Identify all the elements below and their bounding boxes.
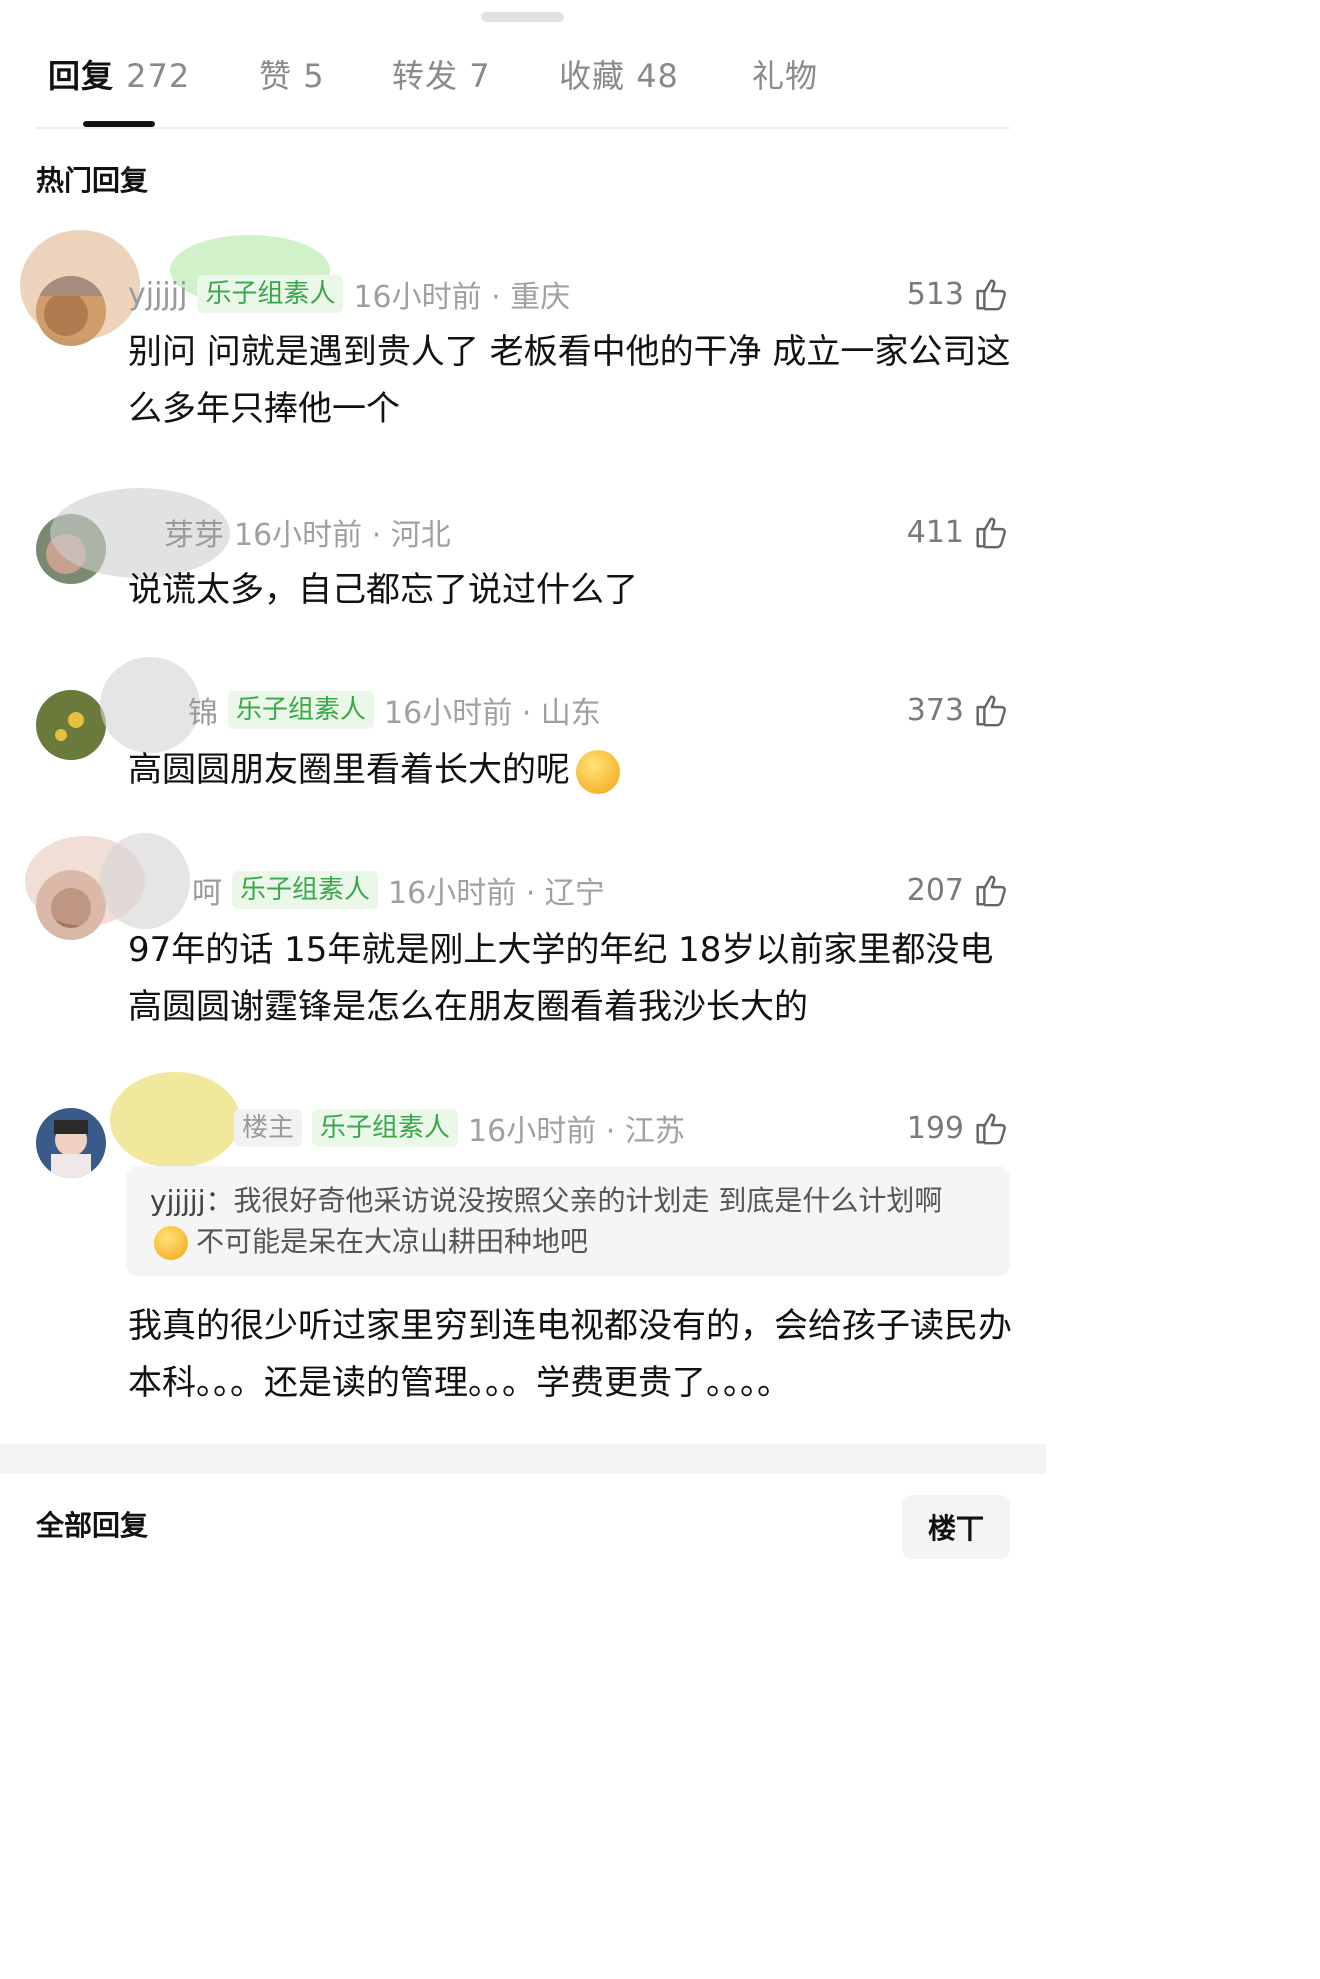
like-button[interactable]: 513 [907, 272, 1010, 316]
quoted-username: yjjjjj： [150, 1184, 234, 1217]
like-button[interactable]: 207 [907, 868, 1010, 912]
tab-reposts[interactable]: 转发 7 [392, 52, 491, 100]
avatar-image [36, 514, 106, 584]
like-button[interactable]: 373 [907, 688, 1010, 732]
thumbs-up-icon [976, 695, 1006, 727]
username[interactable]: yjjjjj [128, 277, 187, 312]
comment-panel: 回复 272 赞 5 转发 7 收藏 48 礼物 热门回复 yjjjjj 乐子组… [0, 0, 1046, 1559]
comment-meta: yjjjjj 乐子组素人 16小时前 · 重庆 [128, 272, 570, 316]
tab-bar: 回复 272 赞 5 转发 7 收藏 48 礼物 [0, 52, 1046, 102]
username[interactable]: 呵 [192, 868, 222, 912]
like-count: 513 [906, 276, 964, 312]
username[interactable]: 芽芽 [164, 510, 224, 554]
tab-label: 赞 [259, 57, 293, 95]
user-badge: 乐子组素人 [312, 1109, 459, 1147]
tab-favorites[interactable]: 收藏 48 [559, 52, 679, 100]
all-replies-title: 全部回复 [36, 1509, 149, 1542]
comment-text: 高圆圆朋友圈里看着长大的呢 [128, 742, 1018, 799]
sweat-smile-emoji-icon [576, 749, 620, 794]
avatar[interactable] [36, 870, 106, 940]
user-badge: 乐子组素人 [197, 275, 344, 313]
drag-handle[interactable] [481, 12, 564, 22]
comment-text: 说谎太多，自己都忘了说过什么了 [128, 570, 638, 610]
avatar-image [36, 1108, 106, 1178]
comment-text: 我真的很少听过家里穷到连电视都没有的，会给孩子读民办本科。。。还是读的管理。。。… [128, 1306, 1012, 1403]
user-badge: 乐子组素人 [232, 871, 379, 909]
avatar[interactable] [36, 1108, 106, 1178]
avatar-image [36, 276, 106, 346]
tab-count: 48 [636, 57, 679, 95]
comment-meta: 楼主 乐子组素人 16小时前 · 江苏 [128, 1106, 685, 1150]
hot-replies-title: 热门回复 [36, 164, 149, 197]
tab-count: 5 [303, 57, 325, 95]
tab-label: 回复 [48, 57, 115, 95]
tab-gifts[interactable]: 礼物 [752, 52, 818, 100]
section-separator [0, 1444, 1046, 1474]
thumbs-up-icon [976, 279, 1006, 311]
time-location: 16小时前 · 江苏 [468, 1114, 685, 1149]
comment-meta: 锦 乐子组素人 16小时前 · 山东 [128, 688, 601, 732]
tab-label: 礼物 [752, 57, 819, 95]
tab-count: 272 [126, 57, 191, 95]
username[interactable]: 锦 [188, 688, 218, 732]
quoted-text: 我很好奇他采访说没按照父亲的计划走 到底是什么计划啊 [233, 1184, 943, 1217]
like-count: 411 [906, 514, 964, 550]
tab-replies[interactable]: 回复 272 [48, 52, 190, 100]
sort-button[interactable]: 楼丅 [902, 1495, 1010, 1559]
comment-text: 97年的话 15年就是刚上大学的年纪 18岁以前家里都没电 高圆圆谢霆锋是怎么在… [128, 930, 994, 1027]
thumbs-up-icon [976, 517, 1006, 549]
tab-count: 7 [469, 57, 491, 95]
comment-meta: 呵 乐子组素人 16小时前 · 辽宁 [128, 868, 605, 912]
comment-meta: 芽芽 16小时前 · 河北 [128, 510, 451, 554]
thumbs-up-icon [976, 875, 1006, 907]
tab-label: 转发 [392, 57, 459, 95]
like-count: 373 [906, 692, 964, 728]
like-button[interactable]: 199 [907, 1106, 1010, 1150]
avatar[interactable] [36, 514, 106, 584]
time-location: 16小时前 · 河北 [234, 518, 451, 553]
like-count: 199 [906, 1110, 964, 1146]
avatar-image [36, 870, 106, 940]
divider [36, 127, 1010, 129]
tab-likes[interactable]: 赞 5 [259, 52, 325, 100]
time-location: 16小时前 · 重庆 [353, 280, 571, 315]
user-badge: 乐子组素人 [228, 691, 375, 729]
like-count: 207 [906, 872, 964, 908]
quoted-comment[interactable]: yjjjjj：我很好奇他采访说没按照父亲的计划走 到底是什么计划啊不可能是呆在大… [126, 1166, 1010, 1276]
avatar[interactable] [36, 690, 106, 760]
tab-label: 收藏 [559, 57, 626, 95]
avatar-image [36, 690, 106, 760]
sweat-smile-emoji-icon [154, 1226, 188, 1260]
comment-text-content: 高圆圆朋友圈里看着长大的呢 [128, 750, 570, 790]
time-location: 16小时前 · 山东 [384, 696, 601, 731]
comment-text: 别问 问就是遇到贵人了 老板看中他的干净 成立一家公司这么多年只捧他一个 [128, 332, 1011, 429]
time-location: 16小时前 · 辽宁 [388, 876, 605, 911]
op-badge: 楼主 [234, 1109, 303, 1147]
avatar[interactable] [36, 276, 106, 346]
like-button[interactable]: 411 [907, 510, 1010, 554]
quoted-text-continued: 不可能是呆在大凉山耕田种地吧 [196, 1225, 589, 1258]
thumbs-up-icon [976, 1113, 1006, 1145]
